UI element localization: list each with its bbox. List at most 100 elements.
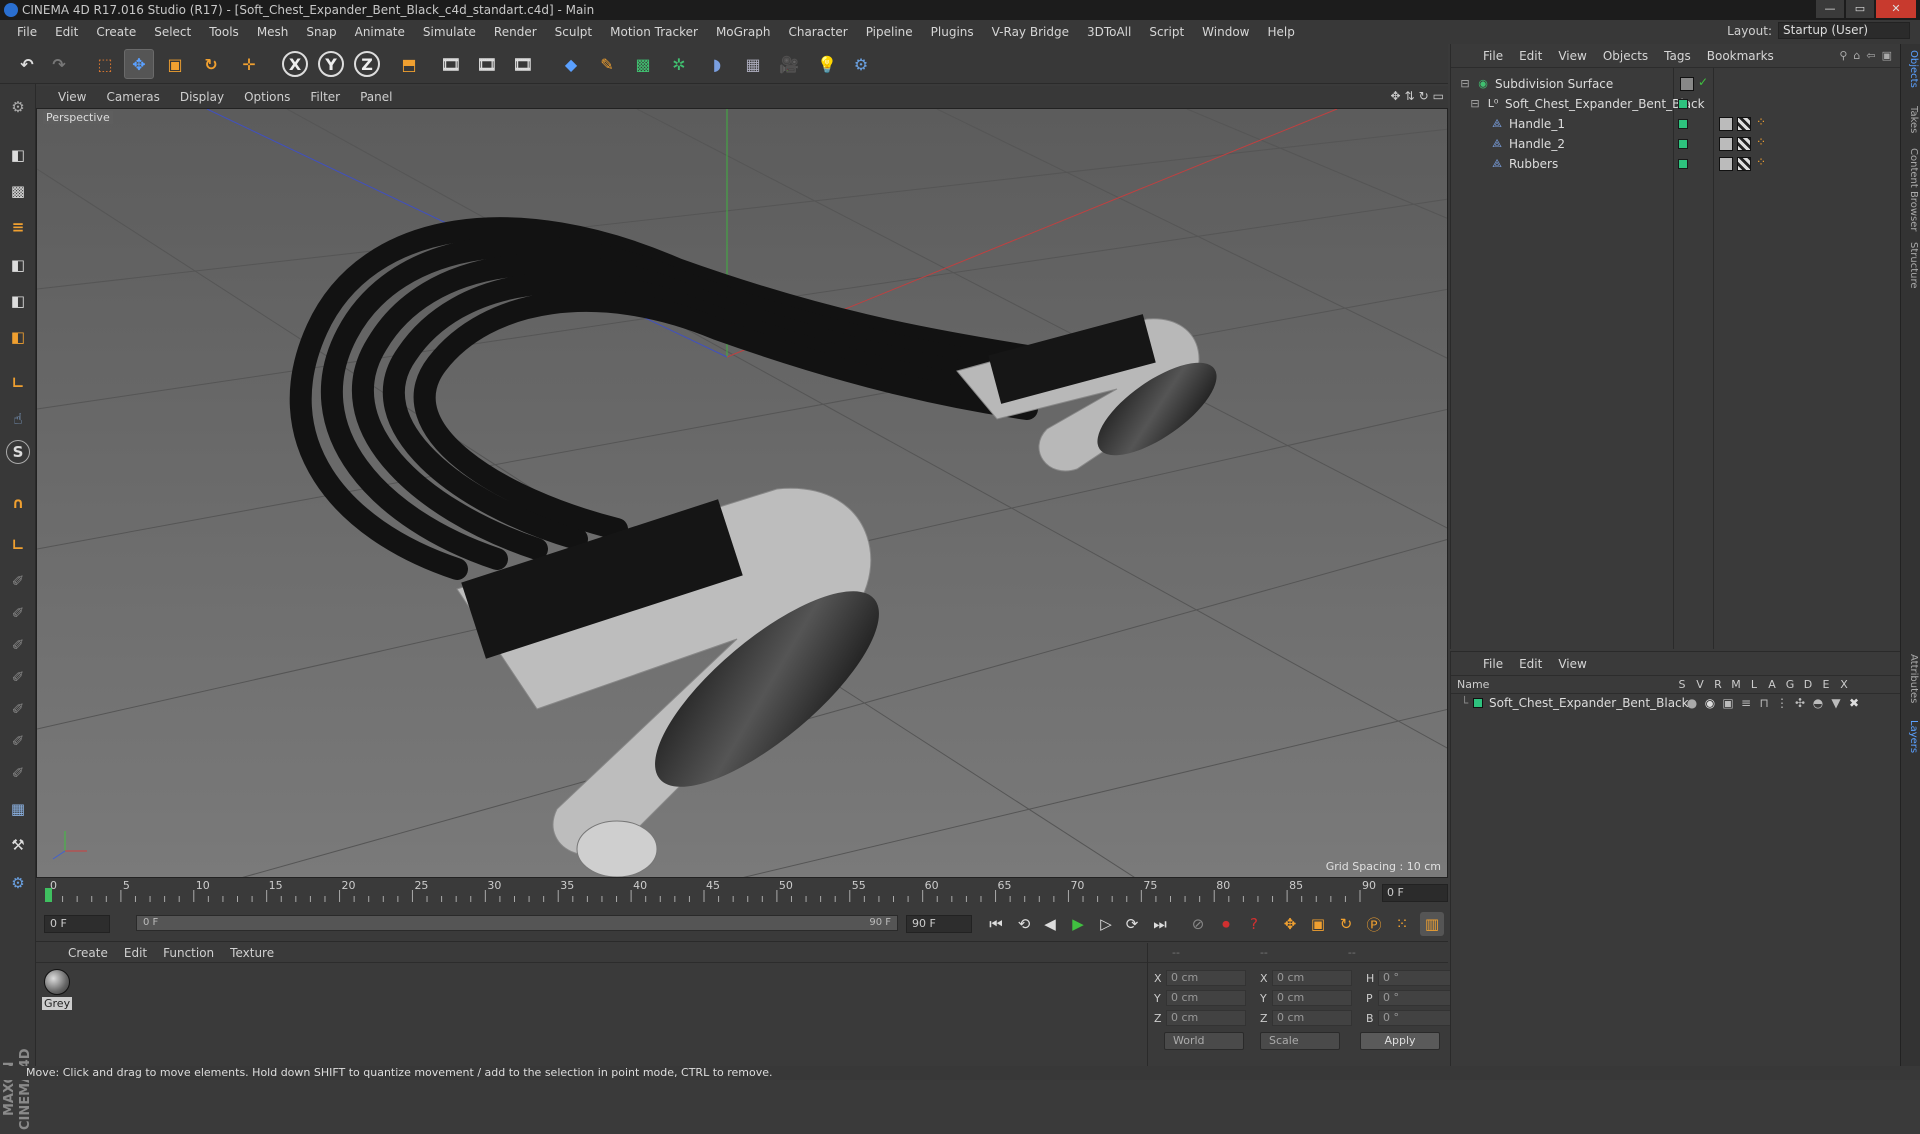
- solo-icon[interactable]: ●: [1683, 696, 1701, 710]
- phong-tag-icon[interactable]: ⁘: [1756, 115, 1766, 129]
- redo-icon[interactable]: ↷: [44, 49, 74, 79]
- current-frame-field[interactable]: 0 F: [1382, 884, 1448, 902]
- perspective-viewport[interactable]: Perspective Grid Spacing : 10 cm: [36, 108, 1448, 878]
- texture-mode-icon[interactable]: ▩: [3, 176, 33, 206]
- record-keys-icon[interactable]: ⊘: [1186, 912, 1210, 936]
- key-position-icon[interactable]: ✥: [1278, 912, 1302, 936]
- tab-attributes[interactable]: Attributes: [1903, 654, 1919, 703]
- generator-icon[interactable]: ✣: [1791, 696, 1809, 710]
- menu-create[interactable]: Create: [87, 25, 145, 39]
- layer-row[interactable]: └ Soft_Chest_Expander_Bent_Black ● ◉ ▣ ≡…: [1451, 694, 1901, 712]
- viewport-pan-icon[interactable]: ✥: [1390, 89, 1400, 103]
- sculpt-flatten-icon[interactable]: ✐: [3, 662, 33, 692]
- tab-objects[interactable]: Objects: [1903, 50, 1919, 88]
- uvw-tag-icon[interactable]: [1737, 157, 1751, 171]
- rot-h-field[interactable]: 0 °: [1378, 970, 1458, 986]
- end-frame-field[interactable]: 90 F: [906, 915, 972, 933]
- menu-mesh[interactable]: Mesh: [248, 25, 298, 39]
- sculpt-pinch-icon[interactable]: ✐: [3, 726, 33, 756]
- sculpt-pull-icon[interactable]: ✐: [3, 598, 33, 628]
- make-editable-icon[interactable]: ⚙: [3, 92, 33, 122]
- obj-menu-file[interactable]: File: [1475, 49, 1511, 63]
- undo-icon[interactable]: ↶: [12, 49, 42, 79]
- tab-structure[interactable]: Structure: [1903, 242, 1919, 289]
- sculpt-smooth-icon[interactable]: ✐: [3, 630, 33, 660]
- layer-color-swatch[interactable]: [1678, 139, 1688, 149]
- coord-mode-dropdown[interactable]: World: [1164, 1032, 1244, 1050]
- menu-3dtoall[interactable]: 3DToAll: [1078, 25, 1140, 39]
- go-to-end-icon[interactable]: ⏭: [1148, 912, 1172, 936]
- menu-select[interactable]: Select: [145, 25, 200, 39]
- new-window-icon[interactable]: ▣: [1882, 49, 1892, 62]
- python-icon[interactable]: ⚙: [846, 49, 876, 79]
- start-frame-field[interactable]: 0 F: [44, 915, 110, 933]
- next-frame-icon[interactable]: ▷: [1094, 912, 1118, 936]
- cube-primitive-icon[interactable]: ◆: [556, 49, 586, 79]
- timeline-ruler[interactable]: 0 5 10 15 20 25 30 35 40 45 50 55 60 65 70 75 80 85 90 0 F: [36, 878, 1448, 906]
- rot-b-field[interactable]: 0 °: [1378, 1010, 1458, 1026]
- autokey-icon[interactable]: ⏺: [1214, 912, 1238, 936]
- apply-button[interactable]: Apply: [1360, 1032, 1440, 1050]
- layer-menu-edit[interactable]: Edit: [1511, 657, 1550, 671]
- viewport-menu-filter[interactable]: Filter: [300, 90, 350, 104]
- workplane-mode-icon[interactable]: ≡: [3, 212, 33, 242]
- viewport-zoom-icon[interactable]: ⇅: [1405, 89, 1415, 103]
- layer-color-swatch[interactable]: [1678, 99, 1688, 109]
- subdivision-surface-icon[interactable]: ▩: [628, 49, 658, 79]
- render-icon[interactable]: ▣: [1719, 696, 1737, 710]
- live-selection-icon[interactable]: ⬚: [90, 49, 120, 79]
- next-key-icon[interactable]: ⟳: [1120, 912, 1144, 936]
- close-button[interactable]: ✕: [1876, 0, 1916, 18]
- rot-p-field[interactable]: 0 °: [1378, 990, 1458, 1006]
- obj-menu-bookmarks[interactable]: Bookmarks: [1699, 49, 1782, 63]
- previous-key-icon[interactable]: ⟲: [1012, 912, 1036, 936]
- key-pla-icon[interactable]: ⁙: [1390, 912, 1414, 936]
- floor-icon[interactable]: ▦: [738, 49, 768, 79]
- workplane-icon[interactable]: ∟: [3, 530, 33, 560]
- texture-tag-icon[interactable]: [1719, 117, 1733, 131]
- viewport-menu-view[interactable]: View: [48, 90, 96, 104]
- z-axis-lock-icon[interactable]: Z: [354, 51, 380, 77]
- layer-color-swatch[interactable]: [1678, 119, 1688, 129]
- back-icon[interactable]: ⇦: [1866, 49, 1875, 62]
- menu-help[interactable]: Help: [1258, 25, 1303, 39]
- layer-color-swatch[interactable]: [1473, 698, 1483, 708]
- menu-file[interactable]: File: [8, 25, 46, 39]
- texture-tag-icon[interactable]: [1719, 137, 1733, 151]
- obj-menu-edit[interactable]: Edit: [1511, 49, 1550, 63]
- object-row-soft-chest-expander[interactable]: ⊟ L⁰ Soft_Chest_Expander_Bent_Black: [1451, 94, 1901, 114]
- uvw-tag-icon[interactable]: [1737, 117, 1751, 131]
- size-z-field[interactable]: 0 cm: [1272, 1010, 1352, 1026]
- viewport-rotate-icon[interactable]: ↻: [1419, 89, 1429, 103]
- layout-dropdown[interactable]: Startup (User): [1778, 22, 1910, 39]
- key-parameter-icon[interactable]: Ⓟ: [1362, 912, 1386, 936]
- viewport-menu-display[interactable]: Display: [170, 90, 234, 104]
- material-menu-create[interactable]: Create: [60, 946, 116, 960]
- tab-takes[interactable]: Takes: [1903, 106, 1919, 133]
- playhead-marker[interactable]: [45, 888, 52, 902]
- menu-render[interactable]: Render: [485, 25, 546, 39]
- go-to-start-icon[interactable]: ⏮: [984, 912, 1008, 936]
- viewport-menu-cameras[interactable]: Cameras: [96, 90, 169, 104]
- render-picture-viewer-icon[interactable]: 🎞: [472, 49, 502, 79]
- object-row-rubbers[interactable]: ⟁ Rubbers: [1451, 154, 1901, 174]
- layer-color-swatch[interactable]: [1678, 159, 1688, 169]
- menu-sculpt[interactable]: Sculpt: [546, 25, 601, 39]
- menu-window[interactable]: Window: [1193, 25, 1258, 39]
- layer-menu-view[interactable]: View: [1550, 657, 1594, 671]
- coordinate-system-icon[interactable]: ⬒: [394, 49, 424, 79]
- keyframe-selection-icon[interactable]: ?: [1242, 912, 1266, 936]
- preview-range-slider[interactable]: 0 F 90 F: [136, 915, 898, 931]
- python-script-icon[interactable]: ⚙: [3, 868, 33, 898]
- key-rotation-icon[interactable]: ↻: [1334, 912, 1358, 936]
- key-scale-icon[interactable]: ▣: [1306, 912, 1330, 936]
- tab-layers[interactable]: Layers: [1903, 720, 1919, 753]
- menu-motion-tracker[interactable]: Motion Tracker: [601, 25, 707, 39]
- move-tool-icon[interactable]: ✥: [124, 49, 154, 79]
- expression-icon[interactable]: ▼: [1827, 696, 1845, 710]
- pos-y-field[interactable]: 0 cm: [1166, 990, 1246, 1006]
- menu-animate[interactable]: Animate: [346, 25, 414, 39]
- x-axis-lock-icon[interactable]: X: [282, 51, 308, 77]
- phong-tag-icon[interactable]: ⁘: [1756, 155, 1766, 169]
- viewport-menu-panel[interactable]: Panel: [350, 90, 402, 104]
